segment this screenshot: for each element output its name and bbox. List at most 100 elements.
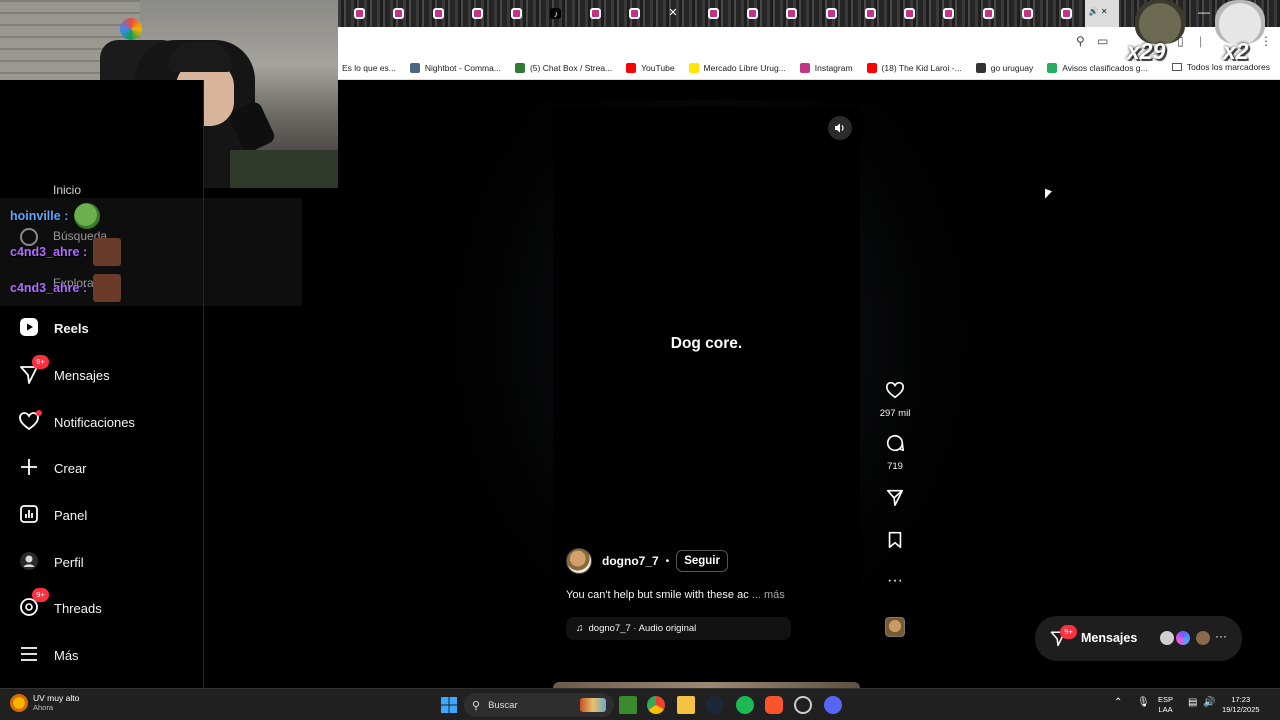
instagram-sidebar: Inicio Búsqueda Explorar Reels 9+ Mensaj… — [0, 80, 204, 688]
sidebar-item-label: Mensajes — [54, 367, 110, 383]
notification-badge: 9+ — [1060, 625, 1077, 639]
browser-tab[interactable] — [613, 0, 652, 27]
bookmark-item[interactable]: Instagram — [799, 62, 853, 73]
microphone-icon[interactable]: 🎙 — [1137, 698, 1150, 708]
network-icon[interactable]: ▤ — [1188, 698, 1197, 708]
browser-tab[interactable] — [731, 0, 770, 27]
browser-tab[interactable] — [770, 0, 809, 27]
bookmark-label: Nightbot - Comma... — [424, 62, 501, 73]
sidebar-item-panel[interactable]: Panel — [18, 499, 87, 531]
mouse-cursor-icon — [1045, 188, 1052, 202]
browser-tab[interactable] — [810, 0, 849, 27]
taskbar-search[interactable]: ⚲ Buscar — [464, 693, 614, 717]
zoom-icon[interactable]: ⚲ — [1076, 34, 1085, 48]
follow-button[interactable]: Seguir — [676, 550, 728, 572]
sticker-multiplier: x2 — [1223, 38, 1249, 64]
bookmark-item[interactable]: YouTube — [626, 62, 675, 73]
chat-username: c4nd3_ahre : — [10, 281, 88, 295]
sidebar-item-mas[interactable]: Más — [18, 639, 79, 671]
comment-count: 719 — [887, 461, 903, 472]
sidebar-item-mensajes[interactable]: 9+ Mensajes — [18, 355, 110, 391]
browser-tab[interactable] — [1045, 0, 1084, 27]
browser-tab[interactable] — [456, 0, 495, 27]
browser-tab[interactable] — [888, 0, 927, 27]
clock[interactable]: 17:23 19/12/2025 — [1222, 695, 1260, 715]
author-avatar[interactable] — [566, 548, 592, 574]
bookmark-item[interactable]: (5) Chat Box / Strea... — [514, 62, 612, 73]
threads-icon: 9+ — [18, 588, 49, 620]
streamer-cap — [168, 42, 232, 72]
comment-icon — [886, 434, 904, 452]
reel-author: dogno7_7 • Seguir — [566, 548, 728, 574]
notification-dot — [36, 410, 42, 416]
sidebar-item-label: Reels — [54, 320, 89, 336]
reel-video[interactable]: Dog core. dogno7_7 • Seguir You can't he… — [553, 107, 860, 654]
share-button[interactable] — [872, 487, 918, 512]
author-name[interactable]: dogno7_7 — [602, 554, 659, 568]
save-button[interactable] — [872, 530, 918, 555]
heart-icon — [885, 381, 905, 399]
steam-icon[interactable] — [706, 696, 724, 714]
instagram-icon — [471, 8, 483, 19]
instagram-icon — [904, 8, 916, 19]
browser-tab[interactable] — [377, 0, 416, 27]
heart-icon — [18, 410, 42, 434]
weather-widget[interactable]: UV muy alto Ahora — [10, 693, 79, 712]
sidebar-item-crear[interactable]: Crear — [18, 452, 87, 484]
sidebar-item-perfil[interactable]: Perfil — [18, 546, 84, 578]
audio-thumbnail[interactable] — [885, 617, 905, 637]
bookmark-icon — [888, 531, 902, 549]
bookmark-label: Mercado Libre Urug... — [703, 62, 786, 73]
spotify-icon[interactable] — [736, 696, 754, 714]
sidebar-item-label: Threads — [54, 600, 102, 616]
messages-pill[interactable]: 9+ Mensajes ··· — [1035, 616, 1242, 661]
browser-tab[interactable]: ✕ — [652, 0, 691, 27]
install-icon[interactable]: ▭ — [1097, 34, 1108, 48]
chat-username: c4nd3_ahre : — [10, 245, 88, 259]
instagram-icon — [707, 8, 719, 19]
browser-tab[interactable] — [574, 0, 613, 27]
discord-icon[interactable] — [824, 696, 842, 714]
bookmark-item[interactable]: Es lo que es... — [342, 63, 396, 73]
minecraft-icon[interactable] — [619, 696, 637, 714]
browser-tab[interactable] — [927, 0, 966, 27]
browser-tab[interactable] — [495, 0, 534, 27]
instagram-icon — [511, 8, 523, 19]
like-button[interactable]: 297 mil — [872, 380, 918, 419]
more-options-button[interactable]: ··· — [872, 573, 918, 589]
browser-tab[interactable]: ♪ — [534, 0, 573, 27]
browser-tab[interactable] — [338, 0, 377, 27]
sidebar-item-threads[interactable]: 9+ Threads — [18, 588, 102, 624]
browser-tab[interactable] — [692, 0, 731, 27]
notification-badge: 9+ — [32, 355, 49, 369]
bookmark-item[interactable]: (18) The Kid Laroi -... — [866, 62, 962, 73]
tab-audio-close-icon[interactable]: 🔊 ✕ — [1089, 7, 1108, 16]
chrome-icon[interactable] — [647, 696, 665, 714]
browser-tab-active[interactable]: 🔊 ✕ — [1084, 0, 1119, 27]
browser-tab[interactable] — [417, 0, 456, 27]
bookmark-item[interactable]: Nightbot - Comma... — [409, 62, 501, 73]
tray-expand-icon[interactable]: ⌃ — [1114, 698, 1122, 708]
browser-tab[interactable] — [1006, 0, 1045, 27]
audio-label: dogno7_7 · Audio original — [588, 623, 697, 634]
chat-message: c4nd3_ahre : — [0, 270, 302, 306]
sidebar-item-reels[interactable]: Reels — [18, 312, 89, 344]
comment-button[interactable]: 719 — [872, 433, 918, 472]
language-indicator[interactable]: ESP LAA — [1158, 695, 1173, 715]
more-link[interactable]: ... más — [752, 589, 785, 601]
file-explorer-icon[interactable] — [677, 696, 695, 714]
instagram-icon — [786, 8, 798, 19]
audio-button[interactable]: ♫ dogno7_7 · Audio original — [566, 617, 791, 640]
bookmark-item[interactable]: Mercado Libre Urug... — [688, 62, 786, 73]
windows-start-icon — [441, 697, 457, 713]
weather-title: UV muy alto — [33, 693, 80, 703]
sidebar-item-notificaciones[interactable]: Notificaciones — [18, 406, 135, 438]
speaker-icon[interactable]: 🔊 — [1203, 698, 1215, 708]
bookmark-item[interactable]: go uruguay — [975, 62, 1033, 73]
instagram-icon — [354, 8, 365, 19]
browser-tab[interactable] — [967, 0, 1006, 27]
brave-icon[interactable] — [765, 696, 783, 714]
volume-icon[interactable] — [828, 116, 852, 140]
app-icon[interactable] — [794, 696, 812, 714]
browser-tab[interactable] — [849, 0, 888, 27]
